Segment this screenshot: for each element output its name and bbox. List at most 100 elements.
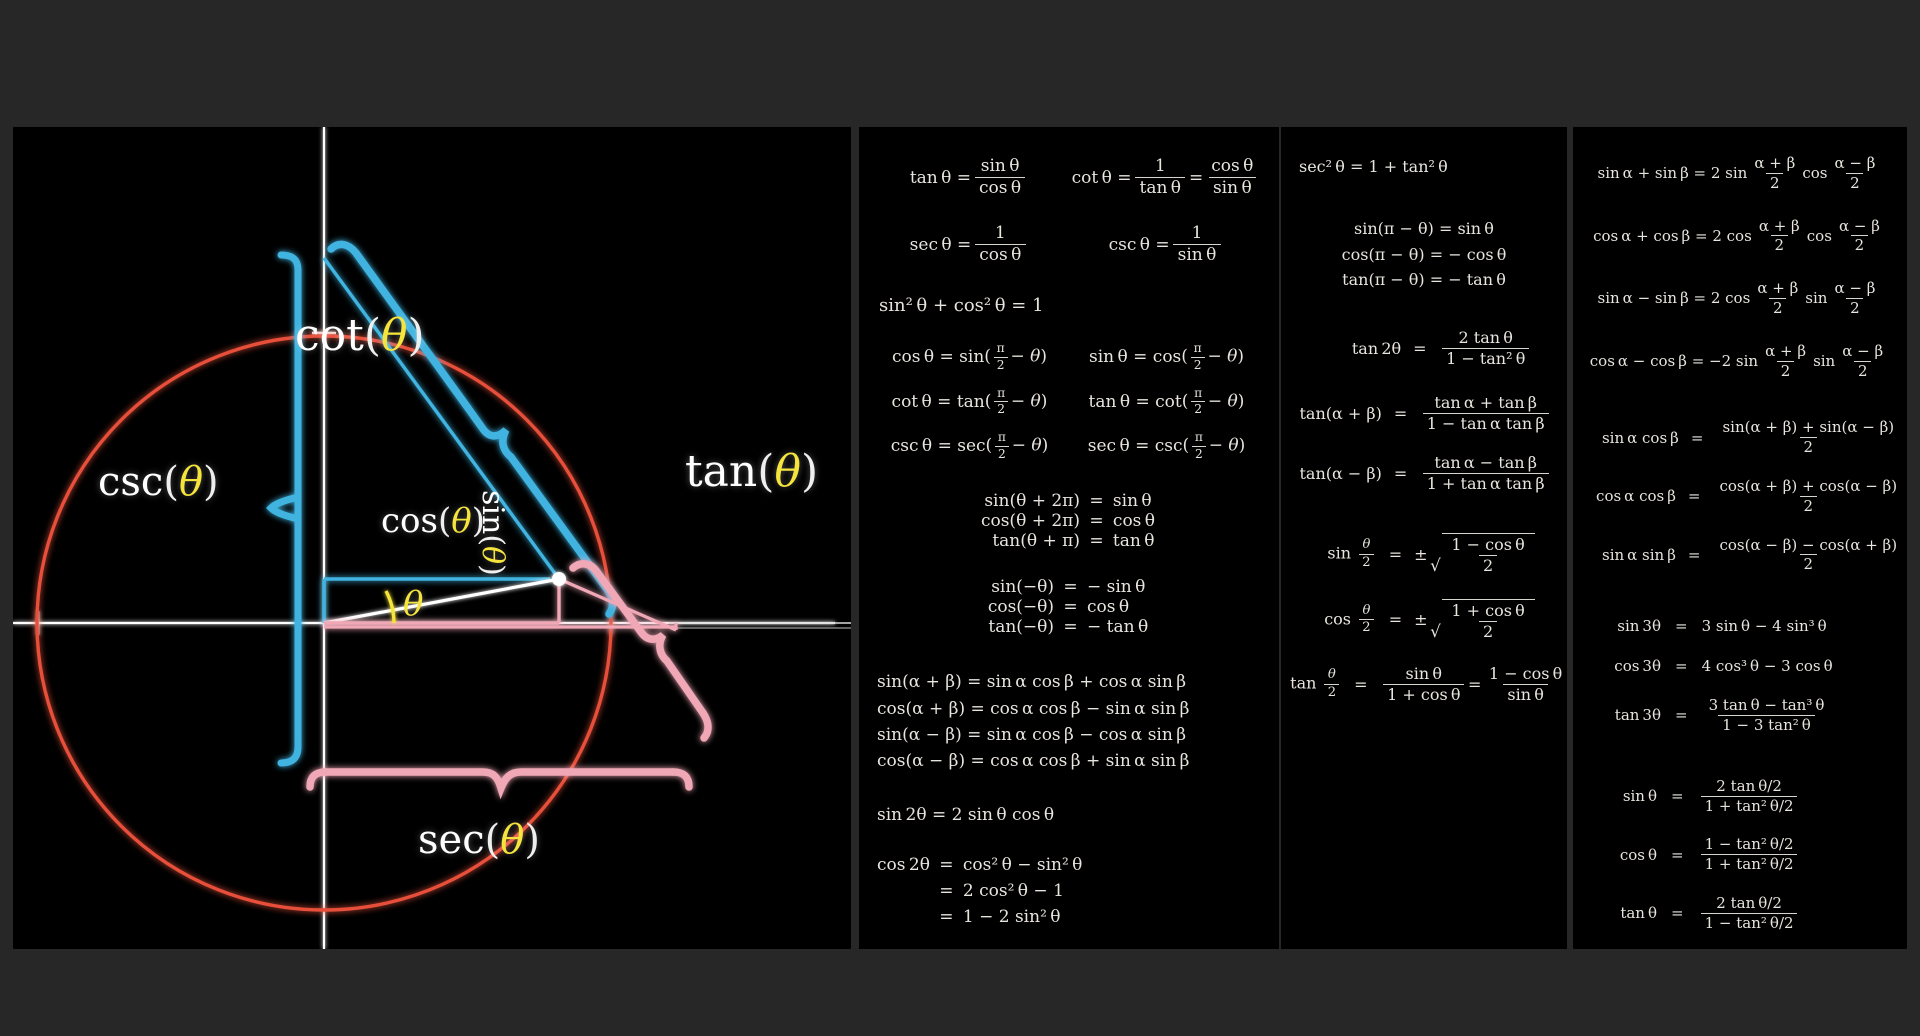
pi-num-6: π (1192, 431, 1206, 446)
half-sin-arg-num: θ (1359, 538, 1373, 554)
half-tan-num-2: 1 − cos θ (1485, 665, 1566, 684)
stp-frac-2b: α − β 2 (1835, 218, 1883, 255)
cos-double-eq-2: = (939, 881, 953, 901)
sec-squared-identity: sec² θ = 1 + tan² θ (1291, 157, 1557, 176)
sec-num: 1 (991, 224, 1010, 244)
minus-6: − (1209, 436, 1223, 456)
two-den-4: 2 (1191, 401, 1205, 417)
half-tan-fn: tan (1290, 674, 1316, 693)
sum-diff-2: cos(α + β) = cos α cos β − sin α sin β (877, 696, 1265, 722)
theta-2: θ (1227, 347, 1237, 367)
half-tan-lhs: tan θ 2 (1281, 668, 1342, 700)
pts-num-3: cos(α − β) − cos(α + β) (1716, 537, 1901, 555)
tan-quotient-fraction: sin θ cos θ (975, 157, 1026, 198)
weier-num-1: 2 tan θ/2 (1713, 778, 1786, 796)
sec-cofunction: sec θ = csc (π2− θ) (1068, 431, 1265, 461)
half-tan-arg-den: 2 (1324, 684, 1339, 701)
stp-frac-2a: α + β 2 (1755, 218, 1803, 255)
stp-den-1a: 2 (1766, 173, 1783, 192)
pts-num-2: cos(α + β) + cos(α − β) (1716, 478, 1901, 496)
cot-label-fn: cot (295, 310, 364, 361)
evenodd-eq-2: = (1063, 597, 1077, 617)
csc-num: 1 (1187, 224, 1206, 244)
sin-label-theta: θ (475, 546, 510, 564)
tan-cofunction-lhs: tan θ = cot (1089, 392, 1182, 412)
triple-sin-rhs: 3 sin θ − 4 sin³ θ (1702, 617, 1827, 635)
stp-den-2a: 2 (1771, 235, 1788, 254)
stp-lhs-2: cos α + cos β = 2 cos (1593, 227, 1752, 245)
cot-mid-equals: = (1189, 168, 1203, 188)
cofunction-arg-4: (π2− θ) (1182, 387, 1245, 417)
tan-quotient-num: sin θ (976, 157, 1023, 177)
cot-label-close: ) (408, 310, 425, 361)
weier-num-3: 2 tan θ/2 (1713, 895, 1786, 913)
pts-eq-1: = (1679, 429, 1716, 447)
angle-formulas-panel: sec² θ = 1 + tan² θ sin(π − θ) = sin θ c… (1281, 127, 1567, 949)
tan-brace (641, 632, 703, 713)
csc-label-open: ( (163, 459, 179, 505)
pts-den-1: 2 (1800, 437, 1817, 456)
weierstrass-substitution-block: sin θ = 2 tan θ/2 1 + tan² θ/2 cos θ = 1… (1581, 778, 1899, 932)
triple-angle-block: sin 3θ = 3 sin θ − 4 sin³ θ cos 3θ = 4 c… (1581, 617, 1899, 734)
quotient-identities-row-2: sec θ = 1 cos θ csc θ = 1 sin θ (871, 224, 1265, 265)
pts-den-3: 2 (1800, 554, 1817, 573)
stp-frac-3b: α − β 2 (1831, 280, 1879, 317)
pts-eq-3: = (1676, 546, 1713, 564)
sum-diff-3: sin(α − β) = sin α cos β − cos α sin β (877, 722, 1265, 748)
tan-quotient-lhs: tan θ = (910, 168, 971, 188)
quotient-identities-row-1: tan θ = sin θ cos θ cot θ = 1 tan θ = co… (871, 157, 1265, 198)
half-cos-pm: ± (1414, 610, 1428, 629)
product-formulas-panel: sin α + sin β = 2 sin α + β 2 cos α − β … (1573, 127, 1907, 949)
triple-tan-fraction: 3 tan θ − tan³ θ 1 − 3 tan² θ (1705, 697, 1828, 734)
tan-sum-identity: tan(α + β) = tan α + tan β 1 − tan α tan… (1291, 394, 1557, 433)
half-tan-fraction-1: sin θ 1 + cos θ (1383, 665, 1464, 704)
csc-den: sin θ (1173, 244, 1220, 265)
half-cos-den: 2 (1479, 621, 1497, 641)
stp-num-2a: α + β (1755, 218, 1803, 236)
stp-mid-3: sin (1805, 289, 1827, 307)
tan-label: tan(θ) (685, 446, 818, 497)
weier-lhs-1: sin θ (1595, 787, 1657, 805)
cofunction-arg-1: (π2− θ) (984, 342, 1047, 372)
csc-reciprocal-identity: csc θ = 1 sin θ (1068, 224, 1265, 265)
triple-sin-lhs: sin 3θ (1595, 617, 1661, 635)
cofunction-arg-2: (π2− θ) (1181, 342, 1244, 372)
csc-identity-lhs: csc θ = (1109, 235, 1170, 255)
stp-num-1a: α + β (1751, 155, 1799, 173)
trig-identities-poster: cot(θ) csc(θ) cos(θ) tan(θ) sin(θ) sec(θ… (0, 0, 1920, 1036)
cos-double-eq-1: = (939, 855, 953, 875)
weier-num-2: 1 − tan² θ/2 (1701, 836, 1797, 854)
stp-lhs-4: cos α − cos β = −2 sin (1590, 352, 1758, 370)
theta-6: θ (1228, 436, 1238, 456)
cot-label-open: ( (364, 310, 381, 361)
sec-label-fn: sec (418, 817, 485, 863)
half-angle-cos: cos θ 2 = ± √ 1 + cos θ 2 (1291, 599, 1557, 641)
sum-diff-1: sin(α + β) = sin α cos β + cos α sin β (877, 669, 1265, 695)
weier-lhs-3: tan θ (1595, 904, 1657, 922)
cot-num-2: cos θ (1207, 157, 1258, 177)
periodic-lhs-2: cos(θ + 2π) (981, 511, 1080, 531)
stp-lhs-3: sin α − sin β = 2 cos (1598, 289, 1751, 307)
cos-double-angle: cos 2θ = cos² θ − sin² θ = 2 cos² θ − 1 … (871, 855, 1265, 927)
supplementary-3: tan(π − θ) = − tan θ (1291, 267, 1557, 293)
weierstrass-cos: cos θ = 1 − tan² θ/2 1 + tan² θ/2 (1581, 836, 1899, 873)
product-to-sum-block: sin α cos β = sin(α + β) + sin(α − β) 2 … (1581, 419, 1899, 573)
half-tan-fraction-2: 1 − cos θ sin θ (1485, 665, 1566, 704)
weierstrass-tan: tan θ = 2 tan θ/2 1 − tan² θ/2 (1581, 895, 1899, 932)
weier-eq-1: = (1657, 787, 1698, 805)
pi-num-3: π (994, 387, 1008, 402)
weierstrass-sin: sin θ = 2 tan θ/2 1 + tan² θ/2 (1581, 778, 1899, 815)
csc-fraction: 1 sin θ (1173, 224, 1220, 265)
half-sin-den: 2 (1479, 555, 1497, 575)
sec-identity-lhs: sec θ = (910, 235, 972, 255)
weier-lhs-2: cos θ (1595, 846, 1657, 864)
stp-frac-3a: α + β 2 (1754, 280, 1802, 317)
cot-den-1: tan θ (1135, 177, 1185, 198)
cot-fraction-1: 1 tan θ (1135, 157, 1185, 198)
tan-label-open: ( (757, 446, 774, 497)
sec-reciprocal-identity: sec θ = 1 cos θ (871, 224, 1068, 265)
sec-label: sec(θ) (418, 817, 540, 863)
sum-difference-identities: sin(α + β) = sin α cos β + cos α sin β c… (871, 669, 1265, 774)
sin-cofunction-lhs: sin θ = cos (1089, 347, 1181, 367)
csc-label-close: ) (203, 459, 219, 505)
